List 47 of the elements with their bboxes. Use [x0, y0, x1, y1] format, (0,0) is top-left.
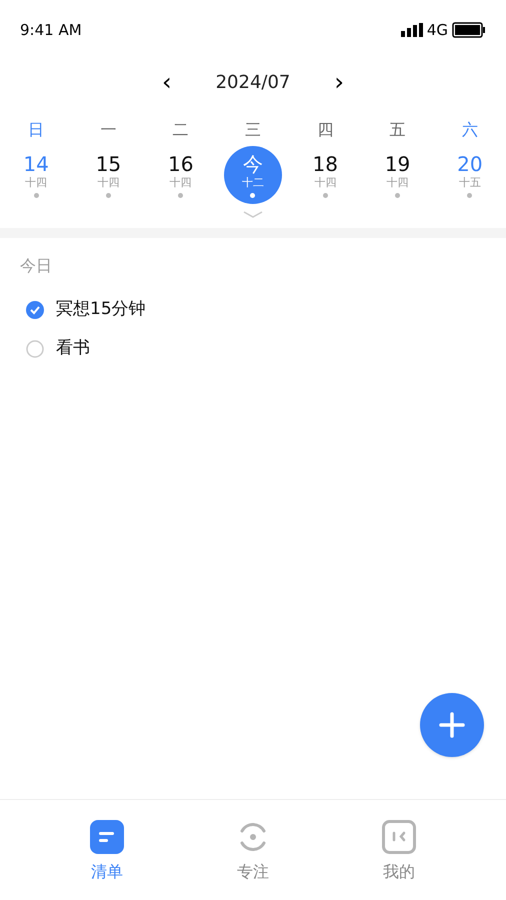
battery-icon: [452, 22, 486, 38]
tab[interactable]: 我的: [362, 820, 436, 900]
tab[interactable]: 清单: [70, 820, 144, 900]
lunar-date: 十四: [25, 176, 48, 190]
checkbox[interactable]: [26, 340, 44, 358]
day-number: 今: [242, 152, 263, 176]
tab[interactable]: 专注: [216, 820, 290, 900]
task-title: 冥想15分钟: [56, 298, 146, 321]
day-number: 14: [23, 152, 49, 176]
lunar-date: 十四: [97, 176, 120, 190]
day-number: 18: [312, 152, 338, 176]
plus-icon: [439, 712, 465, 738]
day-number: 20: [457, 152, 483, 176]
status-time: 9:41 AM: [20, 20, 82, 41]
next-month-button[interactable]: ›: [330, 64, 348, 100]
profile-icon: [382, 820, 416, 854]
lunar-date: 十四: [314, 176, 336, 190]
month-title: 2024/07: [216, 70, 290, 94]
lunar-date: 十二: [242, 176, 264, 190]
day-cell[interactable]: 15 十四: [79, 146, 138, 204]
weekday-label: 二: [172, 119, 189, 141]
signal-icon: [400, 23, 423, 37]
list-icon: [90, 820, 124, 854]
weekday-label: 五: [390, 119, 406, 141]
day-cell[interactable]: 18 十四: [296, 146, 354, 204]
checkbox[interactable]: [26, 300, 44, 318]
day-cell[interactable]: 今 十二: [224, 146, 282, 204]
section-title: 今日: [19, 255, 53, 277]
weekday-label: 日: [28, 119, 44, 141]
add-button[interactable]: [420, 693, 484, 757]
day-number: 16: [168, 152, 194, 176]
lunar-date: 十四: [386, 176, 409, 190]
day-cell[interactable]: 16 十四: [152, 146, 210, 204]
lunar-date: 十四: [170, 176, 192, 190]
weekday-label: 六: [462, 119, 478, 141]
day-cell[interactable]: 19 十四: [368, 146, 427, 204]
day-cell[interactable]: 20 十五: [440, 146, 499, 204]
day-number: 19: [384, 152, 410, 176]
network-label: 4G: [426, 20, 448, 41]
day-cell[interactable]: 14 十四: [7, 146, 66, 204]
weekday-label: 四: [317, 119, 334, 141]
day-number: 15: [96, 152, 122, 176]
weekday-label: 三: [244, 119, 261, 141]
task-title: 看书: [56, 336, 90, 360]
previous-month-button[interactable]: ‹: [158, 64, 176, 100]
lunar-date: 十五: [458, 176, 481, 190]
weekday-label: 一: [100, 119, 116, 141]
